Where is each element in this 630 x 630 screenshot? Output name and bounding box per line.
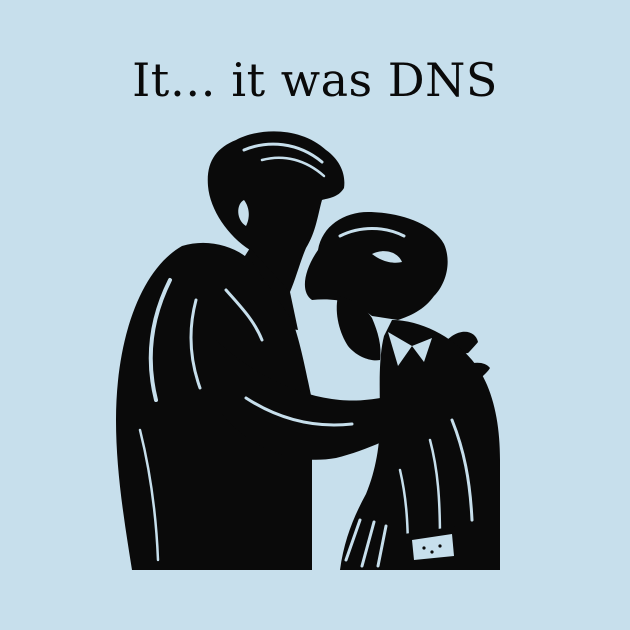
poster: It… it was DNS: [0, 0, 630, 630]
woman-figure: [304, 212, 500, 570]
consoling-couple-illustration: [116, 131, 500, 570]
